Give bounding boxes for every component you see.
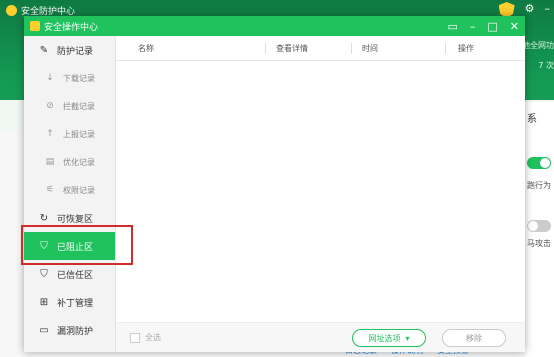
sidebar-item-label: 下载记录 [63,73,95,83]
column-header-name[interactable]: 名称 [130,36,154,61]
behavior-toggle[interactable] [527,157,551,169]
document-icon: ▤ [45,157,55,167]
sidebar-item-permission-log[interactable]: ⚟ 权限记录 [24,176,115,204]
restore-icon: ↻ [39,212,49,224]
maximize-icon[interactable]: □ [487,20,497,33]
main-app-band-text: 系 [527,114,537,125]
sidebar-item-label: 优化记录 [63,157,95,167]
gear-icon[interactable]: ⚙ [525,2,535,18]
sidebar-item-label: 可恢复区 [57,214,94,225]
main-app-side-text-1: 他全网功 [522,41,554,50]
sidebar-item-label: 权限记录 [63,185,95,195]
sliders-icon: ⚟ [45,185,55,195]
sidebar-item-label: 漏洞防护 [57,326,94,337]
url-options-button[interactable]: 网址选项 ▾ [352,329,426,347]
select-all-label: 全选 [145,333,161,342]
security-operations-dialog: 安全操作中心 ▭ – □ ✕ ✎ 防护记录 ↓ 下载记录 ⊘ 拦截记录 ↑ 上报… [21,16,525,352]
highlight-annotation [21,225,133,265]
download-icon: ↓ [46,73,54,83]
sidebar-item-label: 防护记录 [57,46,94,57]
minimize-icon[interactable]: – [470,20,476,33]
edit-icon: ✎ [39,44,49,56]
sidebar-item-report-log[interactable]: ↑ 上报记录 [24,120,115,148]
column-header-action[interactable]: 操作 [450,36,474,61]
sidebar-item-label: 已信任区 [57,270,94,281]
dialog-title: 安全操作中心 [44,22,99,33]
minimize-icon[interactable]: – [545,2,551,18]
shield-check-icon: ⛉ [40,268,48,280]
column-divider [445,43,446,54]
main-app-side-text-2: 7 次 [538,61,554,70]
feedback-icon[interactable]: ▭ [447,20,457,33]
column-header-time[interactable]: 时间 [354,36,378,61]
trojan-label: 马攻击 [527,239,551,248]
dialog-sidebar: ✎ 防护记录 ↓ 下载记录 ⊘ 拦截记录 ↑ 上报记录 ▤ 优化记录 ⚟ 权限记… [24,36,116,352]
sidebar-item-label: 拦截记录 [63,101,95,111]
upload-icon: ↑ [46,129,54,139]
app-logo-icon [6,5,17,16]
behavior-label: 跑行为 [527,181,551,190]
block-icon: ⊘ [46,101,54,111]
sidebar-item-patch-management[interactable]: ⊞ 补丁管理 [24,288,115,316]
grid-icon: ⊞ [39,296,49,308]
sidebar-item-optimize-log[interactable]: ▤ 优化记录 [24,148,115,176]
sidebar-item-download-log[interactable]: ↓ 下载记录 [24,64,115,92]
column-divider [265,43,266,54]
sidebar-item-vulnerability-protection[interactable]: ▭ 漏洞防护 [24,316,115,344]
trojan-toggle[interactable] [527,220,551,232]
dialog-titlebar[interactable]: 安全操作中心 ▭ – □ ✕ [24,16,525,36]
monitor-icon: ▭ [39,324,49,336]
dialog-window-controls: ▭ – □ ✕ [447,20,519,33]
url-options-label: 网址选项 [368,333,401,343]
column-header-details[interactable]: 查看详情 [268,36,308,61]
select-all[interactable]: 全选 [130,332,161,343]
remove-button[interactable]: 移除 [442,329,506,347]
close-icon[interactable]: ✕ [510,20,519,33]
column-divider [351,43,352,54]
select-all-checkbox[interactable] [130,332,140,343]
dialog-footer: 全选 网址选项 ▾ 移除 [116,322,525,352]
content-area: 名称 查看详情 时间 操作 全选 网址选项 ▾ 移除 [116,36,525,352]
sidebar-item-protection-log[interactable]: ✎ 防护记录 [24,36,115,64]
sidebar-item-label: 补丁管理 [57,298,94,309]
sidebar-item-block-log[interactable]: ⊘ 拦截记录 [24,92,115,120]
sidebar-item-label: 上报记录 [63,129,95,139]
chevron-down-icon: ▾ [405,333,410,343]
table-header: 名称 查看详情 时间 操作 [116,36,525,61]
dialog-logo-icon [30,21,40,31]
